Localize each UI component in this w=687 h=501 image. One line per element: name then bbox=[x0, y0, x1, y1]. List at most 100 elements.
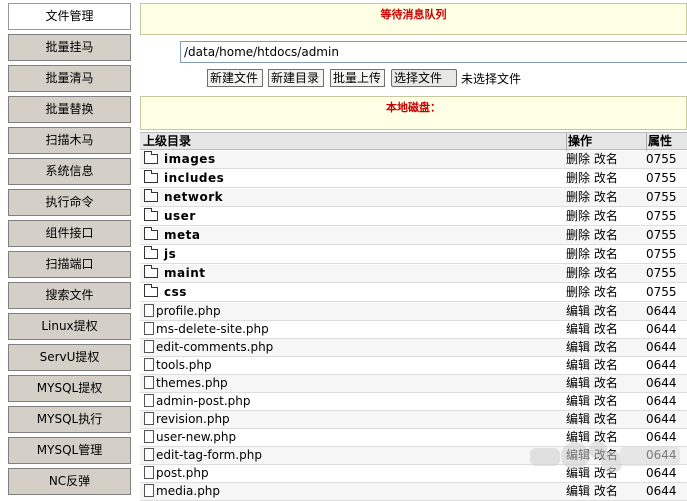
sidebar-item-servu-privesc[interactable]: ServU提权 bbox=[8, 344, 131, 371]
permission-value[interactable]: 0755 bbox=[646, 265, 687, 283]
file-name-cell: admin-post.php bbox=[143, 393, 563, 411]
file-link[interactable]: user-new.php bbox=[156, 430, 236, 444]
directory-link[interactable]: includes bbox=[164, 171, 224, 185]
permission-value[interactable]: 0644 bbox=[646, 429, 687, 447]
permission-value[interactable]: 0644 bbox=[646, 339, 687, 357]
permission-value[interactable]: 0644 bbox=[646, 357, 687, 375]
row-actions[interactable]: 删除 改名 bbox=[566, 265, 642, 283]
file-link[interactable]: post.php bbox=[156, 466, 209, 480]
row-actions[interactable]: 删除 改名 bbox=[566, 189, 642, 207]
table-row: meta 删除 改名 0755 bbox=[140, 227, 687, 245]
directory-link[interactable]: images bbox=[164, 152, 216, 166]
table-header: 上级目录 操作 属性 bbox=[140, 132, 687, 151]
sidebar-item-nc-reverse[interactable]: NC反弹 bbox=[8, 468, 131, 495]
file-icon bbox=[144, 304, 154, 317]
directory-link[interactable]: user bbox=[164, 209, 196, 223]
file-link[interactable]: profile.php bbox=[156, 304, 221, 318]
permission-value[interactable]: 0644 bbox=[646, 303, 687, 321]
file-link[interactable]: edit-comments.php bbox=[156, 340, 273, 354]
directory-name-cell: user bbox=[143, 208, 563, 226]
new-directory-button[interactable]: 新建目录 bbox=[268, 69, 324, 87]
sidebar-item-search-files[interactable]: 搜索文件 bbox=[8, 282, 131, 309]
file-icon bbox=[144, 412, 154, 425]
row-actions[interactable]: 删除 改名 bbox=[566, 246, 642, 264]
sidebar-item-linux-privesc[interactable]: Linux提权 bbox=[8, 313, 131, 340]
directory-name-cell: includes bbox=[143, 170, 563, 188]
sidebar-item-batch-replace[interactable]: 批量替换 bbox=[8, 96, 131, 123]
row-actions[interactable]: 编辑 改名 bbox=[566, 375, 642, 393]
directory-link[interactable]: css bbox=[164, 285, 187, 299]
table-row: admin-post.php 编辑 改名 0644 bbox=[140, 393, 687, 411]
row-actions[interactable]: 编辑 改名 bbox=[566, 393, 642, 411]
batch-upload-button[interactable]: 批量上传 bbox=[330, 69, 385, 87]
row-actions[interactable]: 编辑 改名 bbox=[566, 429, 642, 447]
sidebar-item-port-scan[interactable]: 扫描端口 bbox=[8, 251, 131, 278]
file-name-cell: ms-delete-site.php bbox=[143, 321, 563, 339]
sidebar-item-system-info[interactable]: 系统信息 bbox=[8, 158, 131, 185]
row-actions[interactable]: 编辑 改名 bbox=[566, 411, 642, 429]
table-row: post.php 编辑 改名 0644 bbox=[140, 465, 687, 483]
directory-link[interactable]: meta bbox=[164, 228, 200, 242]
row-actions[interactable]: 编辑 改名 bbox=[566, 303, 642, 321]
row-actions[interactable]: 编辑 改名 bbox=[566, 465, 642, 483]
parent-directory-link[interactable]: 上级目录 bbox=[143, 133, 563, 151]
row-actions[interactable]: 删除 改名 bbox=[566, 227, 642, 245]
permission-value[interactable]: 0644 bbox=[646, 465, 687, 483]
path-input[interactable] bbox=[180, 41, 687, 63]
permission-value[interactable]: 0755 bbox=[646, 284, 687, 302]
row-actions[interactable]: 删除 改名 bbox=[566, 208, 642, 226]
file-link[interactable]: edit-tag-form.php bbox=[156, 448, 262, 462]
sidebar: 文件管理 批量挂马 批量清马 批量替换 扫描木马 系统信息 执行命令 组件接口 … bbox=[0, 0, 138, 497]
table-row: media.php 编辑 改名 0644 bbox=[140, 483, 687, 501]
choose-file-button[interactable]: 选择文件 bbox=[391, 69, 457, 87]
permission-value[interactable]: 0755 bbox=[646, 227, 687, 245]
row-actions[interactable]: 编辑 改名 bbox=[566, 483, 642, 501]
file-name-cell: edit-comments.php bbox=[143, 339, 563, 357]
file-link[interactable]: themes.php bbox=[156, 376, 228, 390]
file-link[interactable]: tools.php bbox=[156, 358, 212, 372]
permission-value[interactable]: 0644 bbox=[646, 447, 687, 465]
row-actions[interactable]: 编辑 改名 bbox=[566, 339, 642, 357]
table-row: network 删除 改名 0755 bbox=[140, 189, 687, 207]
sidebar-item-file-manager[interactable]: 文件管理 bbox=[8, 3, 131, 30]
file-icon bbox=[144, 322, 154, 335]
row-actions[interactable]: 删除 改名 bbox=[566, 284, 642, 302]
permission-value[interactable]: 0755 bbox=[646, 246, 687, 264]
permission-value[interactable]: 0755 bbox=[646, 170, 687, 188]
row-actions[interactable]: 删除 改名 bbox=[566, 170, 642, 188]
file-icon bbox=[144, 448, 154, 461]
permission-value[interactable]: 0644 bbox=[646, 483, 687, 501]
permission-value[interactable]: 0644 bbox=[646, 393, 687, 411]
file-link[interactable]: admin-post.php bbox=[156, 394, 251, 408]
permission-value[interactable]: 0644 bbox=[646, 321, 687, 339]
table-row: user-new.php 编辑 改名 0644 bbox=[140, 429, 687, 447]
table-row: themes.php 编辑 改名 0644 bbox=[140, 375, 687, 393]
directory-link[interactable]: js bbox=[164, 247, 176, 261]
file-link[interactable]: media.php bbox=[156, 484, 220, 498]
row-actions[interactable]: 删除 改名 bbox=[566, 151, 642, 169]
permission-value[interactable]: 0755 bbox=[646, 151, 687, 169]
permission-value[interactable]: 0755 bbox=[646, 208, 687, 226]
sidebar-item-batch-clean[interactable]: 批量清马 bbox=[8, 65, 131, 92]
directory-link[interactable]: network bbox=[164, 190, 223, 204]
folder-icon bbox=[144, 189, 158, 202]
file-link[interactable]: ms-delete-site.php bbox=[156, 322, 269, 336]
new-file-button[interactable]: 新建文件 bbox=[207, 69, 263, 87]
file-link[interactable]: revision.php bbox=[156, 412, 230, 426]
permission-value[interactable]: 0644 bbox=[646, 375, 687, 393]
sidebar-item-mysql-privesc[interactable]: MYSQL提权 bbox=[8, 375, 131, 402]
permission-value[interactable]: 0644 bbox=[646, 411, 687, 429]
file-icon bbox=[144, 484, 154, 497]
sidebar-item-scan-trojan[interactable]: 扫描木马 bbox=[8, 127, 131, 154]
row-actions[interactable]: 编辑 改名 bbox=[566, 357, 642, 375]
sidebar-item-exec-command[interactable]: 执行命令 bbox=[8, 189, 131, 216]
permission-value[interactable]: 0755 bbox=[646, 189, 687, 207]
row-actions[interactable]: 编辑 改名 bbox=[566, 321, 642, 339]
sidebar-item-mysql-manage[interactable]: MYSQL管理 bbox=[8, 437, 131, 464]
sidebar-item-component-interface[interactable]: 组件接口 bbox=[8, 220, 131, 247]
directory-link[interactable]: maint bbox=[164, 266, 206, 280]
row-actions[interactable]: 编辑 改名 bbox=[566, 447, 642, 465]
sidebar-item-batch-inject[interactable]: 批量挂马 bbox=[8, 34, 131, 61]
sidebar-item-mysql-exec[interactable]: MYSQL执行 bbox=[8, 406, 131, 433]
table-row: includes 删除 改名 0755 bbox=[140, 170, 687, 188]
